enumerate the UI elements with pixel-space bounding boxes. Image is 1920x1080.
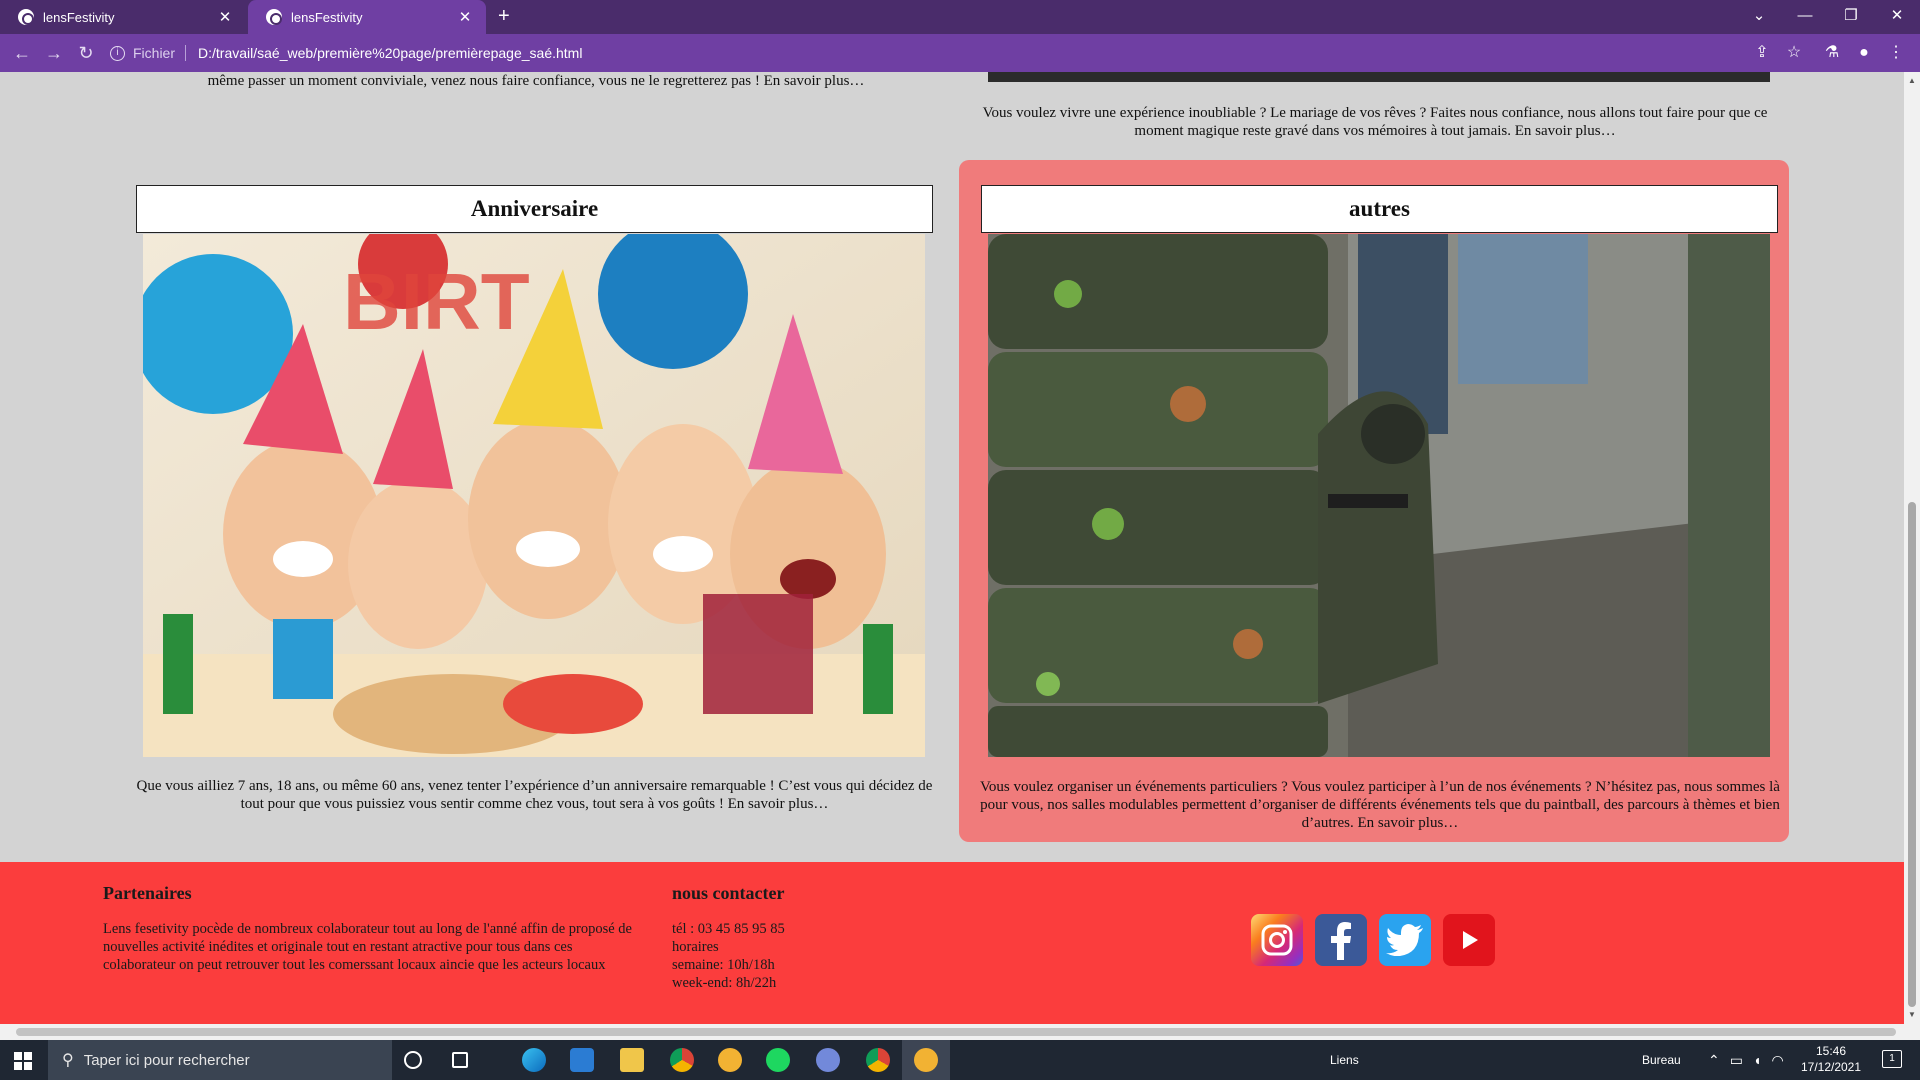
card-title: autres [981,185,1778,233]
minimize-button[interactable]: — [1782,0,1828,30]
tab-label: lensFestivity [291,9,363,25]
desktop-toolbar[interactable]: Bureau [1642,1040,1681,1080]
contact-weekdays: semaine: 10h/18h [672,957,775,973]
chrome-icon[interactable] [670,1048,694,1072]
back-icon[interactable]: ← [10,41,34,65]
clock-time: 15:46 [1815,1044,1847,1058]
notification-count: 1 [1889,1053,1895,1064]
birthday-party-image: BIRT [143,234,925,757]
app-icon[interactable] [914,1048,938,1072]
close-icon[interactable]: ✕ [216,8,234,26]
cortana-icon[interactable] [404,1051,422,1069]
notification-icon[interactable]: 1 [1882,1050,1902,1068]
task-view-icon[interactable] [452,1052,468,1068]
tab-active[interactable]: lensFestivity ✕ [248,0,486,34]
discord-icon[interactable] [816,1048,840,1072]
volume-icon[interactable]: ◖ [1753,1052,1761,1068]
wedding-card-text: Vous voulez vivre une expérience inoubli… [982,105,1768,139]
scroll-down-icon[interactable]: ▼ [1908,1010,1916,1019]
globe-icon [266,9,282,25]
toolbar: ← → ↻ i Fichier D:/travail/saé_web/premi… [0,34,1920,72]
restore-button[interactable]: ❐ [1828,0,1874,30]
share-icon[interactable]: ⇪ [1750,41,1774,65]
window-close-button[interactable]: ✕ [1874,0,1920,30]
svg-text:BIRT: BIRT [343,257,530,346]
tab-search-icon[interactable]: ⌄ [1736,0,1782,30]
horizontal-scrollbar[interactable] [0,1024,1920,1040]
reload-icon[interactable]: ↻ [74,41,98,65]
contact-title: nous contacter [672,883,785,903]
profile-icon[interactable]: ● [1852,41,1876,65]
contact-weekend: week-end: 8h/22h [672,975,777,991]
youtube-icon[interactable] [1443,914,1495,966]
scroll-up-icon[interactable]: ▲ [1908,76,1916,85]
windows-start-icon[interactable] [14,1052,32,1070]
search-placeholder: Taper ici pour rechercher [83,1051,250,1069]
contact-block: tél : 03 45 85 95 85 horaires semaine: 1… [672,920,932,992]
address-scheme: Fichier [133,45,187,61]
tab-strip: lensFestivity ✕ lensFestivity ✕ + ⌄ — ❐ … [0,0,1920,34]
clock[interactable]: 15:46 17/12/2021 [1786,1043,1876,1075]
file-explorer-icon[interactable] [620,1048,644,1072]
seminar-card-text: même passer un moment conviviale, venez … [207,73,865,89]
links-toolbar[interactable]: Liens [1330,1040,1359,1080]
facebook-icon[interactable] [1315,914,1367,966]
forward-icon[interactable]: → [42,41,66,65]
contact-phone: tél : 03 45 85 95 85 [672,921,785,937]
chrome-icon[interactable] [866,1048,890,1072]
close-icon[interactable]: ✕ [456,8,474,26]
partners-text: Lens fesetivity pocède de nombreux colab… [103,921,632,973]
address-url[interactable]: D:/travail/saé_web/première%20page/premi… [198,45,582,61]
tray-icons[interactable]: ⌃ ▭ ◖ ◠ [1708,1040,1784,1080]
links-label: Liens [1330,1053,1359,1067]
extensions-icon[interactable]: ⚗ [1820,41,1844,65]
info-icon[interactable]: i [110,45,125,61]
app-icon[interactable] [718,1048,742,1072]
desktop-label: Bureau [1642,1053,1681,1067]
taskbar: ⚲ Taper ici pour rechercher Liens Bureau… [0,1040,1920,1080]
scrollbar-thumb[interactable] [16,1028,1896,1036]
partners-title: Partenaires [103,883,192,903]
search-icon: ⚲ [62,1052,74,1069]
card-title: Anniversaire [136,185,933,233]
clock-date: 17/12/2021 [1800,1060,1862,1074]
menu-icon[interactable]: ⋮ [1884,41,1908,65]
globe-icon [18,9,34,25]
instagram-icon[interactable] [1251,914,1303,966]
tab-label: lensFestivity [43,9,115,25]
taskbar-search-input[interactable]: ⚲ Taper ici pour rechercher [48,1040,392,1080]
new-tab-button[interactable]: + [498,6,510,26]
network-icon[interactable]: ▭ [1730,1052,1743,1069]
wifi-icon[interactable]: ◠ [1771,1052,1783,1069]
card-text: Vous voulez organiser un événements part… [980,779,1780,831]
twitter-icon[interactable] [1379,914,1431,966]
bookmark-star-icon[interactable]: ☆ [1782,41,1806,65]
card-text: Que vous ailliez 7 ans, 18 ans, ou même … [136,778,933,812]
vertical-scrollbar[interactable]: ▲ ▼ [1904,72,1920,1024]
tab-inactive[interactable]: lensFestivity ✕ [0,0,246,34]
contact-hours-label: horaires [672,939,719,955]
paintball-illustration [988,234,1770,757]
chevron-up-icon[interactable]: ⌃ [1708,1052,1720,1069]
footer: Partenaires Lens fesetivity pocède de no… [0,862,1904,1024]
scrollbar-thumb[interactable] [1908,502,1916,1007]
wedding-image-bottom-edge [988,72,1770,82]
page-viewport: même passer un moment conviviale, venez … [0,72,1904,1024]
spotify-icon[interactable] [766,1048,790,1072]
mail-icon[interactable] [570,1048,594,1072]
paintball-image [988,234,1770,757]
edge-icon[interactable] [522,1048,546,1072]
birthday-party-illustration: BIRT [143,234,925,757]
address-bar[interactable]: i Fichier D:/travail/saé_web/première%20… [110,38,1790,68]
